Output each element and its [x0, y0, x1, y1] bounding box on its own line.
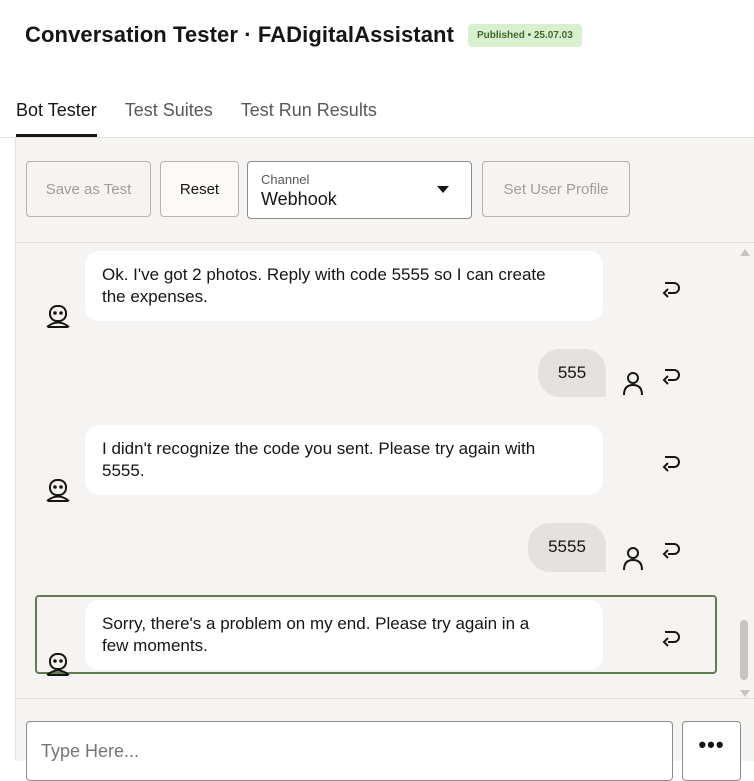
- bot-message-bubble: Ok. I've got 2 photos. Reply with code 5…: [85, 251, 603, 321]
- message-line: 5555.: [102, 461, 145, 480]
- user-message-bubble: 555: [538, 349, 606, 397]
- save-as-test-button[interactable]: Save as Test: [26, 161, 151, 217]
- tab-test-suites[interactable]: Test Suites: [125, 96, 213, 137]
- reply-icon[interactable]: [661, 538, 683, 560]
- reply-icon[interactable]: [661, 451, 683, 473]
- message-input[interactable]: [26, 721, 673, 781]
- status-badge: Published • 25.07.03: [468, 23, 582, 47]
- scroll-thumb[interactable]: [740, 620, 748, 680]
- message-line: Sorry, there's a problem on my end. Plea…: [102, 614, 530, 633]
- reset-button[interactable]: Reset: [160, 161, 239, 217]
- chevron-down-icon: [437, 186, 449, 193]
- user-message-bubble: 5555: [528, 523, 606, 572]
- toolbar: Save as Test Reset Channel Webhook Set U…: [16, 138, 754, 243]
- bot-tester-panel: Save as Test Reset Channel Webhook Set U…: [15, 138, 754, 781]
- page-title: Conversation Tester · FADigitalAssistant: [25, 22, 455, 47]
- bot-message-bubble: Sorry, there's a problem on my end. Plea…: [85, 600, 603, 670]
- robot-icon: [46, 479, 70, 502]
- user-icon: [623, 547, 643, 571]
- set-user-profile-button[interactable]: Set User Profile: [482, 161, 630, 217]
- tab-test-run-results[interactable]: Test Run Results: [241, 96, 377, 137]
- scroll-up-icon[interactable]: [740, 249, 750, 256]
- page-header: Conversation Tester · FADigitalAssistant…: [25, 20, 582, 50]
- tab-bar: Bot Tester Test Suites Test Run Results: [16, 96, 405, 137]
- scroll-down-icon[interactable]: [740, 690, 750, 697]
- tab-bot-tester[interactable]: Bot Tester: [16, 96, 97, 137]
- robot-icon: [46, 653, 70, 676]
- robot-icon: [46, 305, 70, 328]
- channel-value: Webhook: [261, 189, 337, 209]
- chat-scrollbar[interactable]: [739, 247, 750, 697]
- reply-icon[interactable]: [661, 364, 683, 386]
- message-text: 5555: [548, 537, 586, 556]
- message-composer: •••: [16, 698, 754, 781]
- message-text: 555: [557, 363, 587, 382]
- conversation-area[interactable]: Ok. I've got 2 photos. Reply with code 5…: [16, 243, 754, 698]
- channel-label: Channel: [261, 172, 310, 187]
- message-line: the expenses.: [102, 287, 208, 306]
- message-line: few moments.: [102, 636, 208, 655]
- more-options-button[interactable]: •••: [682, 721, 741, 781]
- reply-icon[interactable]: [661, 626, 683, 648]
- channel-select[interactable]: Channel Webhook: [247, 161, 472, 219]
- reply-icon[interactable]: [661, 277, 683, 299]
- user-icon: [623, 372, 643, 396]
- message-line: Ok. I've got 2 photos. Reply with code 5…: [102, 265, 546, 284]
- message-line: I didn't recognize the code you sent. Pl…: [102, 439, 536, 458]
- bot-message-bubble: I didn't recognize the code you sent. Pl…: [85, 425, 603, 495]
